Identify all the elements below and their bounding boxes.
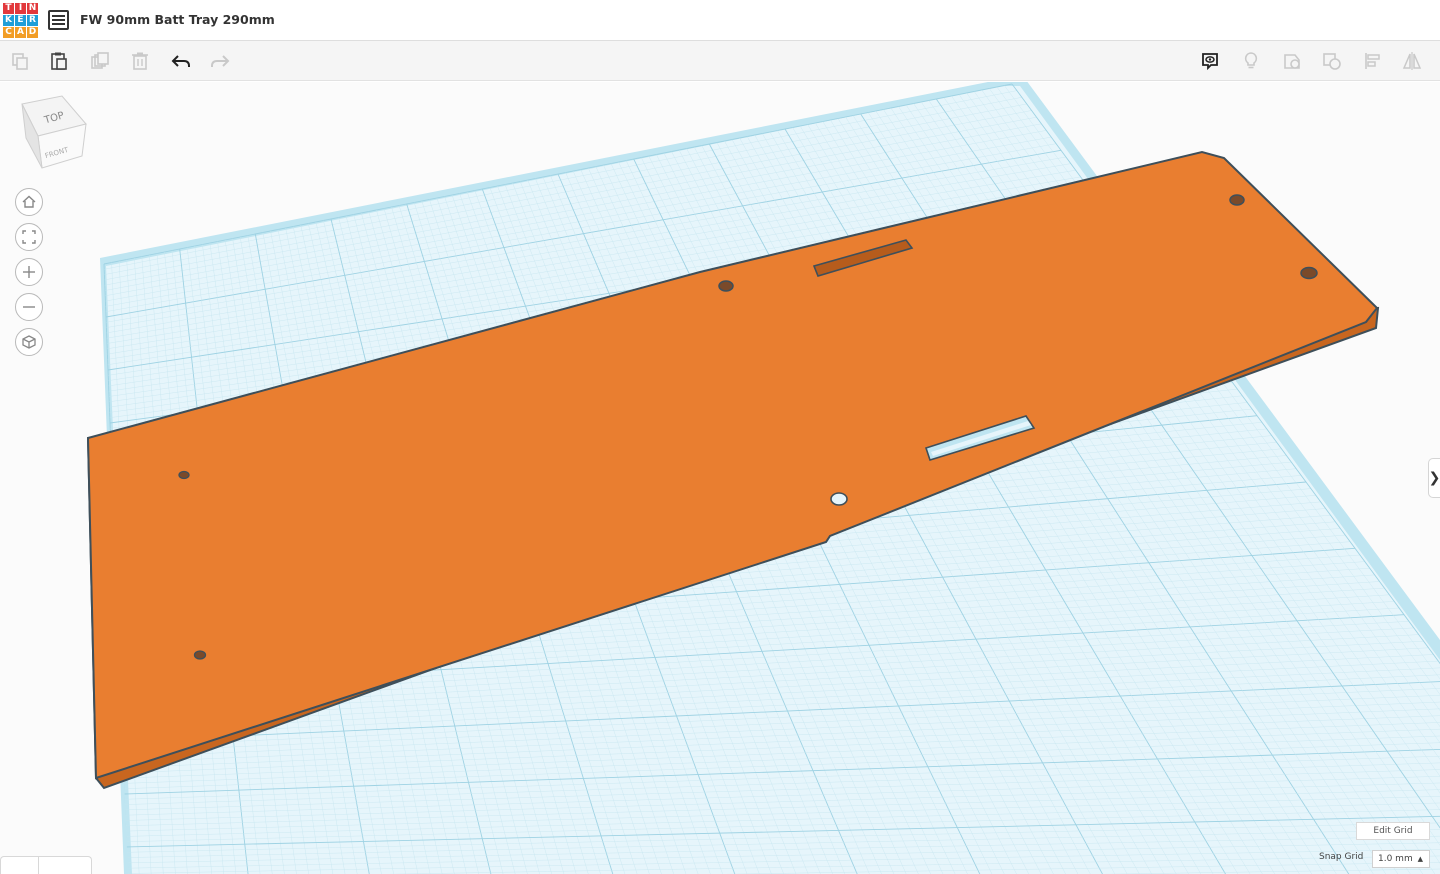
shape-group-icon[interactable] [1279, 49, 1305, 73]
logo-letter: I [15, 3, 26, 14]
logo-letter: K [3, 15, 14, 26]
logo-letter: T [3, 3, 14, 14]
hole-cutout[interactable] [718, 280, 734, 292]
show-all-icon[interactable] [1197, 49, 1223, 73]
snap-grid-value: 1.0 mm [1378, 854, 1413, 864]
mirror-icon[interactable] [1399, 49, 1425, 73]
logo-letter: N [27, 3, 38, 14]
paste-icon[interactable] [46, 49, 72, 73]
design-title[interactable]: FW 90mm Batt Tray 290mm [80, 12, 275, 27]
delete-icon[interactable] [127, 49, 153, 73]
hole-cutout[interactable] [830, 492, 848, 506]
edit-grid-button[interactable]: Edit Grid [1356, 822, 1430, 840]
workplane-viewport[interactable] [0, 82, 1440, 874]
tinkercad-logo[interactable]: TIN KER CAD [3, 3, 38, 38]
scene-canvas[interactable] [0, 82, 1440, 874]
logo-letter: C [3, 27, 14, 38]
main-toolbar [0, 41, 1440, 81]
chevron-right-icon: ❯ [1428, 470, 1440, 486]
view-cube[interactable]: TOP FRONT [20, 94, 90, 172]
snap-grid-label: Snap Grid [1319, 852, 1364, 862]
panel-collapse-button[interactable]: ❯ [1428, 458, 1440, 498]
logo-letter: D [27, 27, 38, 38]
logo-letter: R [27, 15, 38, 26]
fit-view-icon[interactable] [15, 223, 43, 251]
zoom-out-icon[interactable] [15, 293, 43, 321]
bottom-panel-tab[interactable] [0, 856, 92, 874]
redo-icon[interactable] [207, 49, 233, 73]
zoom-in-icon[interactable] [15, 258, 43, 286]
duplicate-icon[interactable] [87, 49, 113, 73]
notes-icon[interactable] [1238, 49, 1264, 73]
home-view-icon[interactable] [15, 188, 43, 216]
design-list-icon[interactable] [48, 10, 69, 30]
align-icon[interactable] [1360, 49, 1386, 73]
hole-cutout[interactable] [1229, 194, 1245, 206]
logo-letter: A [15, 27, 26, 38]
copy-icon[interactable] [7, 49, 33, 73]
hole-cutout[interactable] [1300, 266, 1318, 280]
ortho-view-icon[interactable] [15, 328, 43, 356]
hole-cutout[interactable] [178, 470, 190, 480]
snap-grid-select[interactable]: 1.0 mm ▲ [1372, 850, 1430, 868]
logo-letter: E [15, 15, 26, 26]
caret-up-icon: ▲ [1417, 855, 1423, 863]
title-bar: TIN KER CAD FW 90mm Batt Tray 290mm [0, 0, 1440, 41]
undo-icon[interactable] [168, 49, 194, 73]
shape-ungroup-icon[interactable] [1319, 49, 1345, 73]
hole-cutout[interactable] [193, 650, 207, 660]
